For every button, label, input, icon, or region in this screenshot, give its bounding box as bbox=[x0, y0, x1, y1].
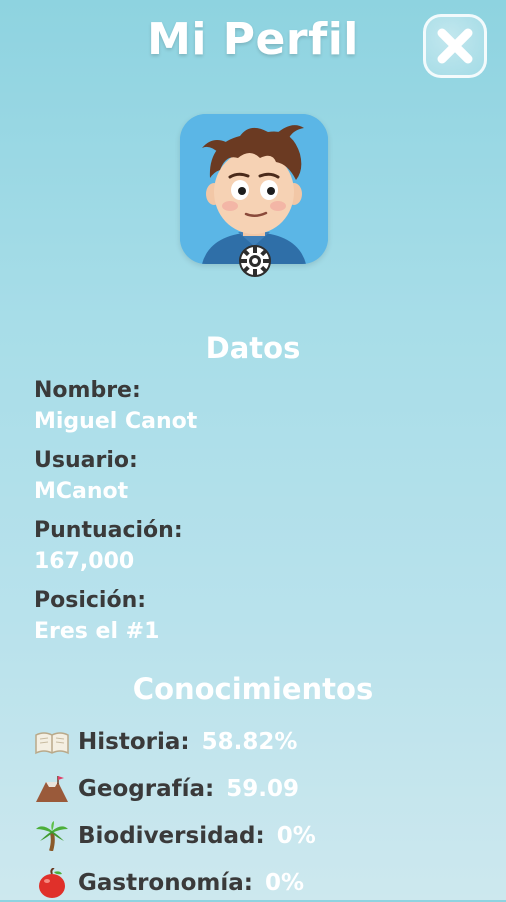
avatar[interactable] bbox=[180, 114, 328, 264]
close-button[interactable] bbox=[423, 14, 487, 78]
puntuacion-label: Puntuación: bbox=[34, 518, 183, 543]
posicion-value: Eres el #1 bbox=[34, 619, 160, 644]
list-item: Gastronomía: 0% bbox=[34, 866, 304, 900]
posicion-label: Posición: bbox=[34, 588, 147, 613]
nombre-label: Nombre: bbox=[34, 378, 141, 403]
knowledge-name: Gastronomía: bbox=[78, 870, 253, 896]
knowledge-name: Biodiversidad: bbox=[78, 823, 265, 849]
usuario-label: Usuario: bbox=[34, 448, 138, 473]
puntuacion-value: 167,000 bbox=[34, 549, 135, 574]
datos-title: Datos bbox=[205, 331, 301, 365]
usuario-value: MCanot bbox=[34, 479, 129, 504]
list-item: Geografía: 59.09 bbox=[34, 772, 299, 806]
list-item: Historia: 58.82% bbox=[34, 725, 297, 759]
knowledge-name: Historia: bbox=[78, 729, 190, 755]
knowledge-value: 59.09 bbox=[226, 776, 299, 802]
conocimientos-title: Conocimientos bbox=[132, 672, 374, 706]
apple-icon bbox=[34, 867, 70, 898]
knowledge-value: 58.82% bbox=[201, 729, 298, 755]
list-item: Biodiversidad: 0% bbox=[34, 819, 316, 853]
palm-tree-icon bbox=[34, 821, 70, 852]
knowledge-value: 0% bbox=[264, 870, 305, 896]
volcano-icon bbox=[34, 774, 70, 804]
close-icon bbox=[437, 28, 473, 64]
gear-icon[interactable] bbox=[234, 243, 276, 279]
knowledge-value: 0% bbox=[276, 823, 316, 849]
nombre-value: Miguel Canot bbox=[34, 409, 198, 434]
book-icon bbox=[34, 727, 70, 757]
knowledge-name: Geografía: bbox=[78, 776, 215, 802]
